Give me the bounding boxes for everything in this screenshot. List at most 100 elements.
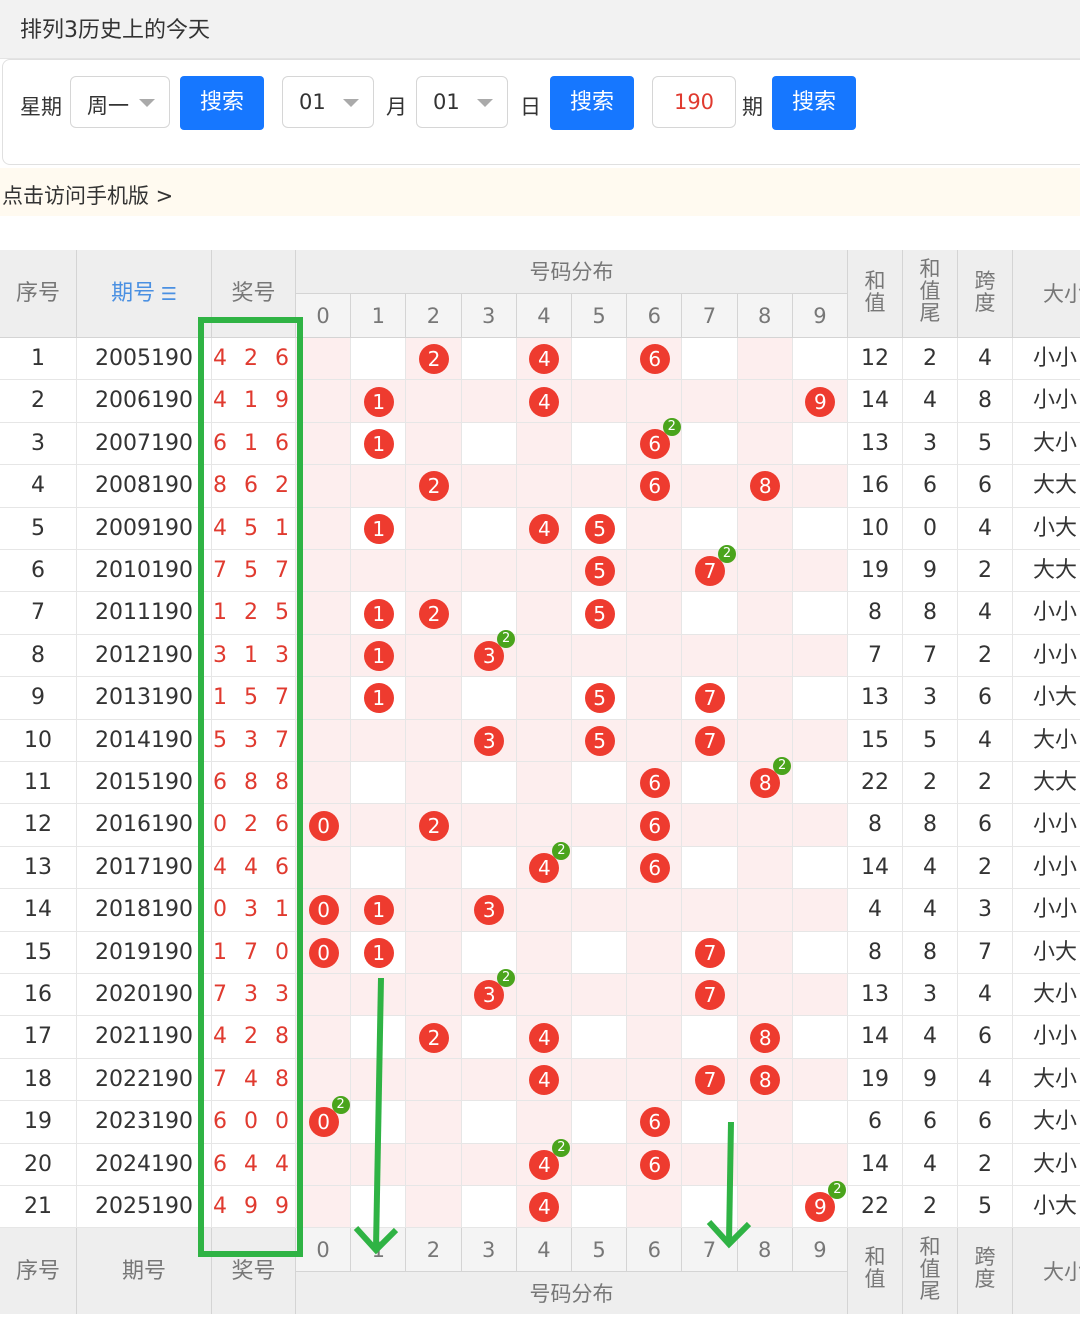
row-award: 7 5 7 <box>212 550 296 593</box>
dist-cell <box>296 762 352 805</box>
dist-cell <box>296 677 352 720</box>
header-label: 跨度 <box>974 269 996 315</box>
header-seq: 序号 <box>0 250 77 338</box>
row-period: 2014190 <box>77 719 212 762</box>
row-period: 2023190 <box>77 1101 212 1144</box>
dist-cell <box>572 338 628 381</box>
row-sum: 14 <box>848 1143 903 1186</box>
row-span: 5 <box>958 1186 1013 1229</box>
dist-cell <box>572 422 628 466</box>
repeat-count-badge: 2 <box>662 418 681 436</box>
row-award: 4 2 8 <box>212 1016 296 1059</box>
dist-cell <box>737 550 793 593</box>
row-span: 3 <box>958 889 1013 932</box>
dist-cell <box>516 592 572 635</box>
dist-cell <box>572 380 628 423</box>
month-select[interactable]: 01 <box>282 76 374 128</box>
search-weekday-button[interactable]: 搜索 <box>180 76 264 130</box>
header-digit-0: 0 <box>296 294 352 338</box>
row-award: 4 9 9 <box>212 1186 296 1229</box>
header-digit-8: 8 <box>737 1228 793 1272</box>
dist-cell <box>516 719 572 762</box>
header-size: 大小 <box>1013 1228 1080 1314</box>
dist-cell <box>737 1186 793 1229</box>
header-sum-tail: 和值尾 <box>903 1228 958 1314</box>
number-ball: 5 <box>584 683 615 714</box>
number-ball: 1 <box>363 683 394 714</box>
number-ball: 6 <box>639 471 670 502</box>
row-seq: 2 <box>0 380 77 423</box>
number-ball: 6 <box>639 1149 670 1180</box>
period-input[interactable]: 190 <box>652 76 736 128</box>
weekday-select[interactable]: 周一 <box>70 76 170 128</box>
history-table: 序号 期号 ☰ 奖号 号码分布 0 1 2 3 4 5 6 7 8 9 和值 和值尾 跨度 大小 1 2005190 4… <box>0 250 1080 1314</box>
dist-cell <box>682 804 738 847</box>
row-seq: 6 <box>0 550 77 593</box>
row-award: 1 5 7 <box>212 677 296 720</box>
dist-cell <box>572 465 628 508</box>
row-span: 2 <box>958 762 1013 805</box>
row-sum-tail: 2 <box>903 1186 958 1229</box>
number-ball: 0 <box>308 895 339 926</box>
dist-cell <box>406 762 462 805</box>
dist-cell <box>351 762 407 805</box>
dist-cell <box>682 338 738 381</box>
number-ball: 7 <box>695 980 725 1011</box>
search-period-button[interactable]: 搜索 <box>772 76 856 130</box>
row-span: 4 <box>958 974 1013 1017</box>
dist-cell <box>406 974 462 1017</box>
row-size: 小小 <box>1013 1016 1080 1059</box>
row-size: 大小 <box>1013 1144 1080 1186</box>
dist-cell <box>461 550 517 593</box>
number-ball: 0 <box>308 1107 339 1138</box>
row-seq: 4 <box>0 465 77 508</box>
header-label: 和值 <box>864 1245 886 1291</box>
row-span: 2 <box>958 550 1013 593</box>
row-period: 2009190 <box>77 507 212 550</box>
row-size: 小小 <box>1013 635 1080 678</box>
dist-cell <box>737 804 793 847</box>
row-award: 4 1 9 <box>212 380 296 423</box>
dist-cell <box>406 1143 462 1186</box>
row-sum-tail: 0 <box>903 507 958 550</box>
dist-cell <box>627 592 683 635</box>
header-digit-9: 9 <box>792 1228 848 1272</box>
row-sum-tail: 3 <box>903 422 958 466</box>
row-sum-tail: 5 <box>903 719 958 762</box>
row-seq: 18 <box>0 1058 77 1102</box>
dist-cell <box>296 719 352 762</box>
row-period: 2024190 <box>77 1143 212 1186</box>
row-size: 小小 <box>1013 338 1080 381</box>
dist-cell <box>682 507 738 550</box>
dist-cell <box>792 762 848 805</box>
dist-cell <box>792 422 848 466</box>
dist-cell <box>682 592 738 635</box>
dist-cell <box>792 974 848 1017</box>
dist-cell <box>682 1186 738 1229</box>
mobile-version-link[interactable]: 点击访问手机版 > <box>2 180 173 210</box>
sort-icon[interactable]: ☰ <box>155 284 177 305</box>
dist-cell <box>792 1016 848 1059</box>
dist-cell <box>572 804 628 847</box>
search-date-button[interactable]: 搜索 <box>550 76 634 130</box>
row-size: 大小 <box>1013 423 1080 466</box>
row-seq: 14 <box>0 889 77 932</box>
dist-cell <box>461 1143 517 1186</box>
dist-cell <box>627 507 683 550</box>
dist-cell <box>296 1058 352 1102</box>
number-ball: 7 <box>695 1065 725 1095</box>
row-award: 0 3 1 <box>212 889 296 932</box>
row-sum: 14 <box>848 846 903 890</box>
dist-cell <box>296 592 352 635</box>
number-ball: 7 <box>695 725 725 756</box>
header-period[interactable]: 期号 ☰ <box>77 250 212 338</box>
day-select[interactable]: 01 <box>416 76 508 128</box>
row-span: 4 <box>958 338 1013 381</box>
dist-cell <box>461 1058 517 1102</box>
row-seq: 10 <box>0 719 77 762</box>
row-span: 4 <box>958 719 1013 762</box>
row-period: 2007190 <box>77 422 212 466</box>
dist-cell <box>296 974 352 1017</box>
dist-cell <box>792 550 848 593</box>
dist-cell <box>461 592 517 635</box>
